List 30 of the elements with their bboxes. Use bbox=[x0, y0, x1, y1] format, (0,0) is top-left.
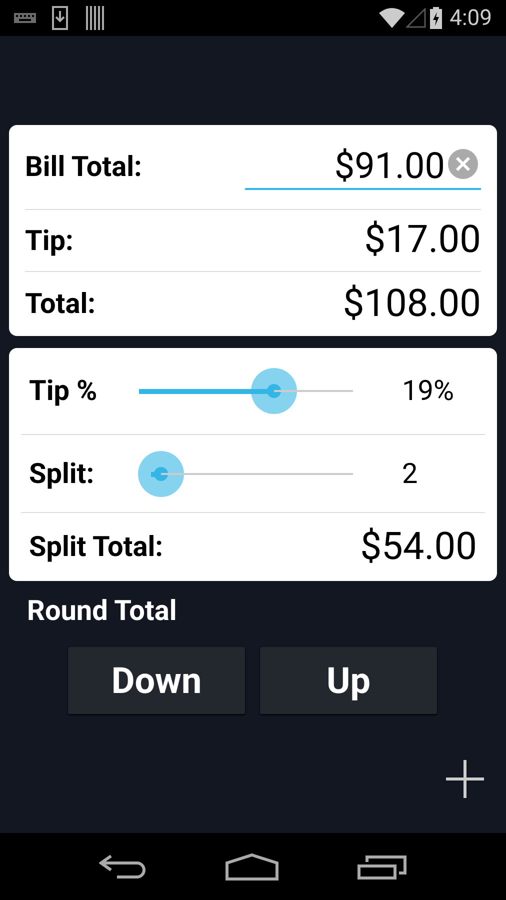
bill-total-value: $91.00 bbox=[334, 148, 445, 184]
slider-label: Tip % bbox=[29, 373, 98, 409]
round-button[interactable]: Down bbox=[68, 647, 245, 714]
result-value: $108.00 bbox=[342, 280, 481, 328]
bill-total-field[interactable]: $91.00 bbox=[245, 144, 481, 190]
download-icon bbox=[52, 6, 68, 30]
round-button[interactable]: Up bbox=[260, 647, 437, 714]
result-value: $17.00 bbox=[364, 217, 481, 264]
wifi-icon bbox=[378, 8, 405, 28]
split-total-label: Split Total: bbox=[29, 529, 164, 565]
round-total-label: Round Total bbox=[27, 593, 177, 629]
back-icon[interactable] bbox=[99, 854, 147, 880]
status-time: 4:09 bbox=[450, 4, 492, 32]
split-total-value: $54.00 bbox=[360, 524, 477, 570]
slider-value: 2 bbox=[402, 456, 418, 492]
home-icon[interactable] bbox=[225, 852, 279, 880]
battery-icon bbox=[430, 7, 442, 29]
keyboard-icon bbox=[14, 13, 36, 23]
slider-value: 19% bbox=[402, 373, 454, 409]
slider-track[interactable] bbox=[139, 389, 353, 394]
signal-icon bbox=[406, 8, 426, 28]
add-icon[interactable] bbox=[446, 760, 484, 798]
recent-apps-icon[interactable] bbox=[357, 854, 407, 880]
slider-label: Split: bbox=[29, 456, 96, 492]
result-label: Tip: bbox=[25, 222, 74, 258]
barcode-icon bbox=[86, 6, 104, 30]
slider-track[interactable] bbox=[151, 472, 353, 476]
clear-icon[interactable] bbox=[447, 148, 479, 180]
bill-total-label: Bill Total: bbox=[25, 149, 142, 185]
result-label: Total: bbox=[25, 286, 96, 322]
